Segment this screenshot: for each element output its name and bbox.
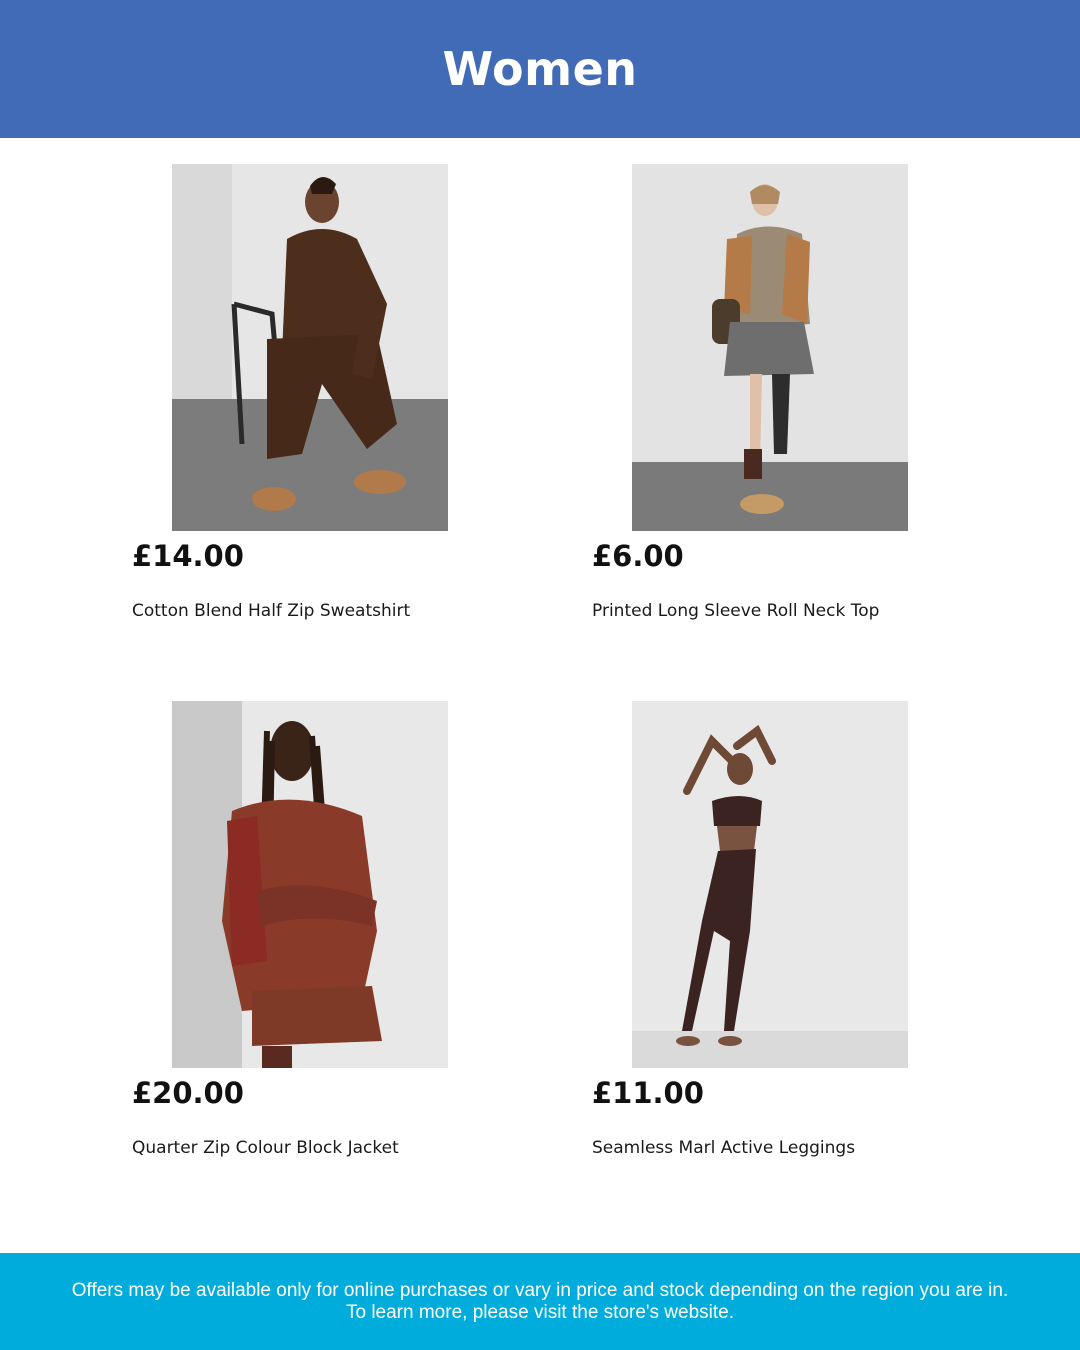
product-name[interactable]: Cotton Blend Half Zip Sweatshirt (132, 601, 410, 621)
product-image[interactable] (172, 164, 448, 531)
page-header: Women (0, 0, 1080, 138)
product-name[interactable]: Printed Long Sleeve Roll Neck Top (592, 601, 879, 621)
product-price: £6.00 (592, 539, 684, 573)
product-price: £11.00 (592, 1076, 704, 1110)
page-title: Women (442, 42, 638, 96)
product-price: £20.00 (132, 1076, 244, 1110)
product-image[interactable] (632, 164, 908, 531)
product-name[interactable]: Seamless Marl Active Leggings (592, 1138, 855, 1158)
disclaimer-footer: Offers may be available only for online … (0, 1253, 1080, 1350)
product-name[interactable]: Quarter Zip Colour Block Jacket (132, 1138, 399, 1158)
disclaimer-line-2: To learn more, please visit the store's … (345, 1301, 735, 1323)
product-image[interactable] (172, 701, 448, 1068)
product-price: £14.00 (132, 539, 244, 573)
product-image[interactable] (632, 701, 908, 1068)
disclaimer-line-1: Offers may be available only for online … (71, 1279, 1009, 1301)
